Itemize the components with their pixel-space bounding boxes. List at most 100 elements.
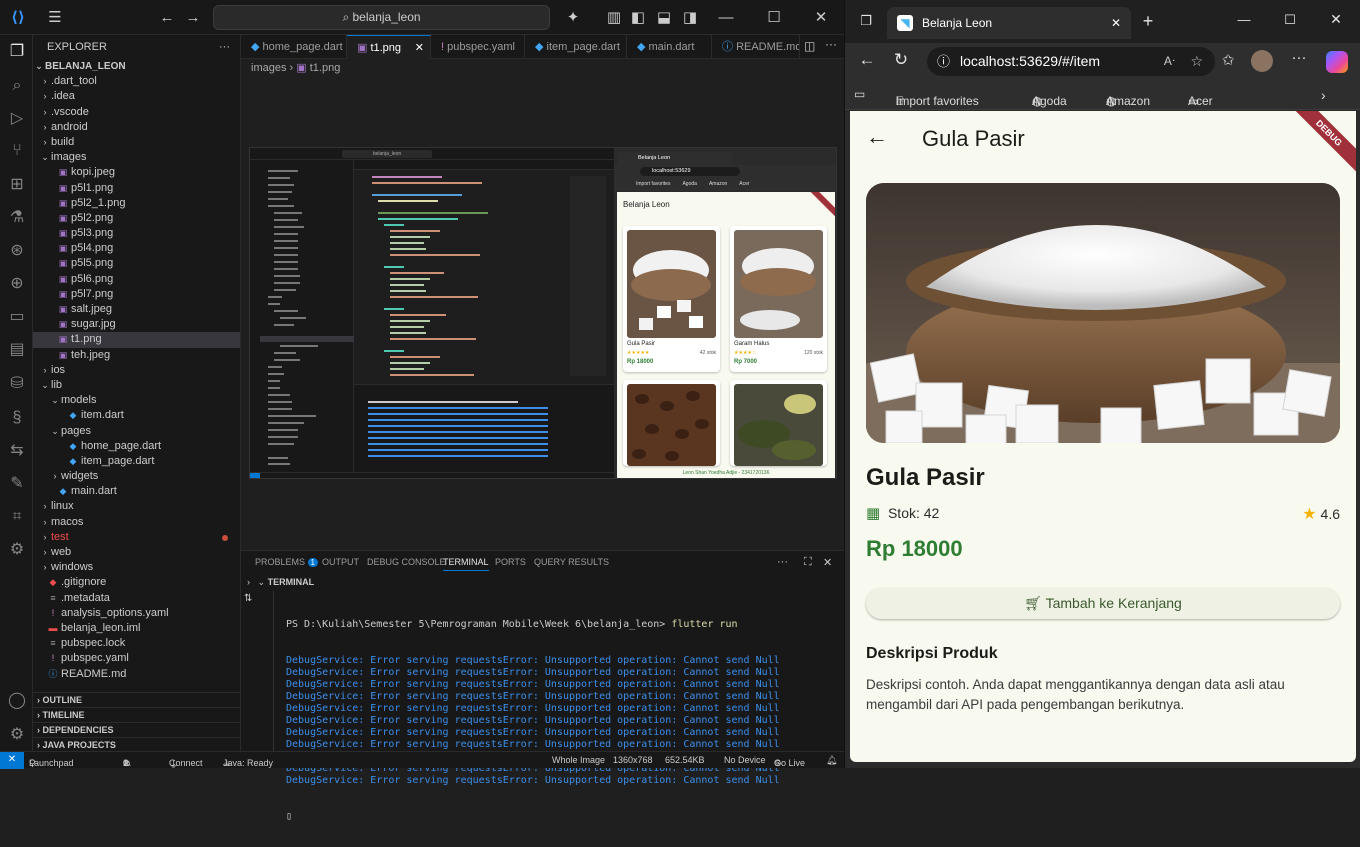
more-actions-icon[interactable]: ··· [777,556,788,568]
maximize-icon[interactable]: ☐ [1282,12,1298,28]
more-actions-icon[interactable]: ··· [825,37,837,51]
source-control-icon[interactable]: ⑂ [6,140,28,162]
maximize-icon[interactable]: ☐ [764,8,784,28]
extensions-icon[interactable]: ⊞ [6,174,28,196]
tree-item[interactable]: ▣ p5l6.png [33,272,240,287]
minimize-icon[interactable]: — [1236,12,1252,27]
tree-item[interactable]: › .idea [33,89,240,104]
add-to-cart-button[interactable]: 🛒︎ Tambah ke Keranjang [866,588,1340,619]
tree-item[interactable]: › widgets [33,469,240,484]
flutter-icon[interactable]: ⊛ [6,240,28,262]
tree-item[interactable]: ▣ p5l5.png [33,256,240,271]
tab-home-page-dart[interactable]: ◆ home_page.dart [241,35,347,59]
copilot-icon[interactable] [1326,51,1348,73]
live-share-icon[interactable]: ⇆ [6,440,28,462]
new-tab-icon[interactable]: + [1138,11,1158,32]
tree-item[interactable]: › macos [33,515,240,530]
remote-indicator-icon[interactable]: ✕ [0,752,24,769]
settings-sync-icon[interactable]: ⚙ [6,539,28,561]
tree-item[interactable]: ▣ teh.jpeg [33,348,240,363]
tree-item[interactable]: ⌄ pages [33,424,240,439]
tree-item[interactable]: › .vscode [33,105,240,120]
menu-icon[interactable]: ☰ [45,8,65,28]
close-icon[interactable]: ✕ [811,8,831,28]
tree-item[interactable]: ▣ p5l2_1.png [33,196,240,211]
tab-output[interactable]: OUTPUT [322,557,359,567]
tree-item[interactable]: ! analysis_options.yaml [33,606,240,621]
terminal-actions-icon[interactable]: ⇅ [244,593,252,604]
explorer-icon[interactable]: ❐ [6,41,28,63]
tab-actions-icon[interactable]: ❐ [858,13,874,29]
device-status[interactable]: No Device [724,755,766,765]
more-menu-icon[interactable]: ··· [1289,49,1309,66]
tab-debug-console[interactable]: DEBUG CONSOLE [367,557,446,567]
tree-item[interactable]: ◆ main.dart [33,484,240,499]
tab-close-icon[interactable]: ✕ [1111,7,1121,39]
tree-item[interactable]: ⓘ README.md [33,667,240,682]
section-java-projects[interactable]: › JAVA PROJECTS [33,737,240,751]
tree-item[interactable]: ⌄ lib [33,378,240,393]
tab-problems[interactable]: PROBLEMS 1 [255,557,318,567]
tree-item[interactable]: ▬ belanja_leon.iml [33,621,240,636]
tree-item[interactable]: ▣ sugar.jpg [33,317,240,332]
tree-item[interactable]: › test [33,530,240,545]
tree-item[interactable]: › linux [33,499,240,514]
pen-icon[interactable]: ✎ [6,473,28,495]
tree-item[interactable]: ▣ p5l4.png [33,241,240,256]
run-debug-icon[interactable]: ▷ [6,108,28,130]
tab-query-results[interactable]: QUERY RESULTS [534,557,609,567]
tree-item[interactable]: ⌄ images [33,150,240,165]
tree-item[interactable]: › web [33,545,240,560]
tree-item[interactable]: ▣ p5l2.png [33,211,240,226]
tree-item[interactable]: ▣ salt.jpeg [33,302,240,317]
tree-item[interactable]: ▣ p5l7.png [33,287,240,302]
tree-item[interactable]: ▣ p5l3.png [33,226,240,241]
docker-icon[interactable]: ⊕ [6,273,28,295]
copilot-icon[interactable]: ✦ [563,8,583,28]
manage-gear-icon[interactable]: ⚙ [6,724,28,746]
zoom-status[interactable]: Whole Image [552,755,605,765]
tab-terminal[interactable]: TERMINAL [443,557,489,571]
terminal-output[interactable]: PS D:\Kuliah\Semester 5\Pemrograman Mobi… [286,595,780,847]
remote-explorer-icon[interactable]: ▭ [6,306,28,328]
breadcrumb-folder[interactable]: images [251,62,286,74]
toggle-secondary-sidebar-icon[interactable]: ◨ [680,8,700,28]
breadcrumb-file[interactable]: t1.png [310,62,341,74]
tree-item[interactable]: ⌄ models [33,393,240,408]
read-aloud-icon[interactable]: Aᐧ [1164,47,1175,76]
reading-mode-icon[interactable]: ▭ [854,87,865,101]
tree-item[interactable]: › windows [33,560,240,575]
section-outline[interactable]: › OUTLINE [33,692,240,707]
back-arrow-icon[interactable]: ← [866,124,888,150]
back-arrow-icon[interactable]: ← [157,8,177,28]
tab-pubspec-yaml[interactable]: ! pubspec.yaml [431,35,525,59]
account-icon[interactable]: ◯ [6,690,28,712]
tree-item[interactable]: ◆ .gitignore [33,575,240,590]
project-root[interactable]: ⌄ BELANJA_LEON [33,59,240,74]
minimize-icon[interactable]: — [716,8,736,28]
tab-item-page-dart[interactable]: ◆ item_page.dart [525,35,627,59]
section-dependencies[interactable]: › DEPENDENCIES [33,722,240,737]
maximize-panel-icon[interactable]: ⛶ [804,556,812,569]
notifications-bell-icon[interactable]: 🔔︎ [826,755,837,766]
tree-item[interactable]: ◆ home_page.dart [33,439,240,454]
close-icon[interactable]: ✕ [1328,11,1344,28]
tab-close-icon[interactable]: ✕ [415,36,424,59]
split-editor-icon[interactable]: ◫ [804,39,815,53]
tree-item[interactable]: ▣ kopi.jpeg [33,165,240,180]
section-timeline[interactable]: › TIMELINE [33,707,240,722]
favorites-icon[interactable]: ✩ [1218,51,1238,69]
toggle-panel-icon[interactable]: ⬓ [654,8,674,28]
tree-item[interactable]: › ios [33,363,240,378]
tree-item[interactable]: › build [33,135,240,150]
tree-item[interactable]: ◆ item_page.dart [33,454,240,469]
tab-t1-png[interactable]: ▣ t1.png ✕ [347,35,431,59]
terminal-section-header[interactable]: › ⌄ TERMINAL [247,577,314,588]
tree-item[interactable]: ≡ pubspec.lock [33,636,240,651]
toggle-sidebar-icon[interactable]: ◧ [628,8,648,28]
tree-item[interactable]: ▣ t1.png [33,332,240,348]
site-info-icon[interactable]: ⓘ [937,47,950,76]
tab-readme-md[interactable]: ⓘ README.md [712,35,800,59]
refresh-icon[interactable]: ↻ [891,50,911,70]
chevron-right-icon[interactable]: › [1321,87,1326,103]
